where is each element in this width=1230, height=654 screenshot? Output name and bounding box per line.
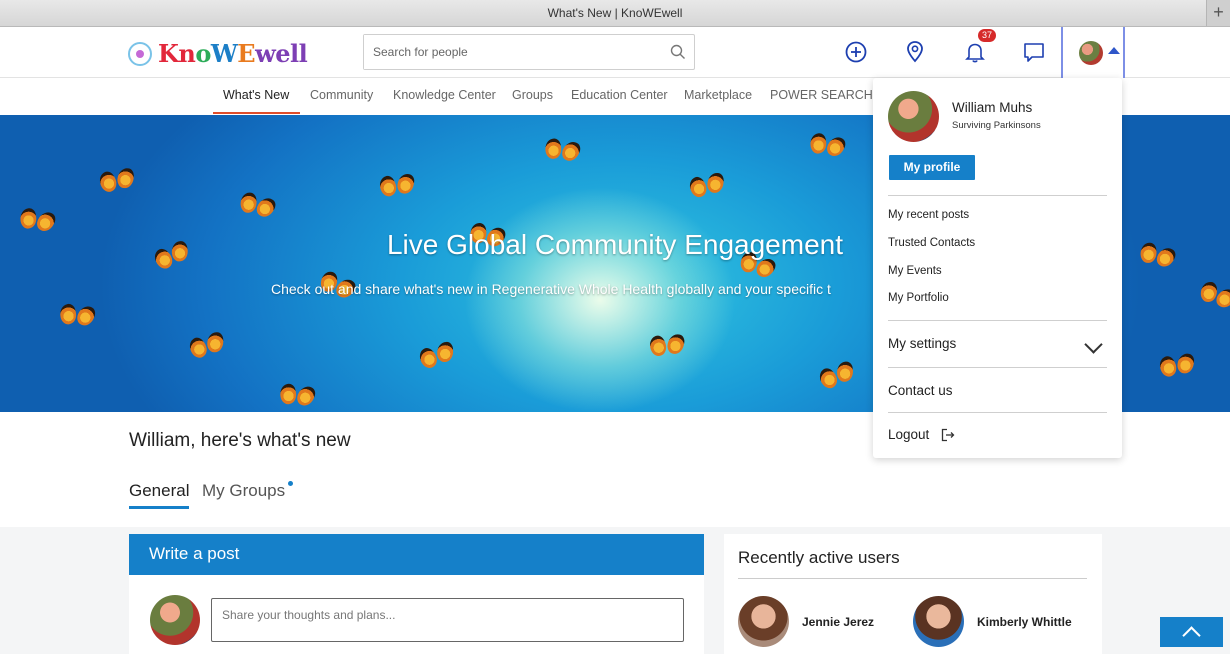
profile-dropdown: William Muhs Surviving Parkinsons My pro… — [873, 78, 1122, 458]
butterfly-image — [279, 383, 315, 408]
write-post-title: Write a post — [129, 534, 704, 575]
notification-count-badge: 37 — [978, 29, 996, 42]
page-title: William, here's what's new — [129, 430, 351, 451]
my-profile-button[interactable]: My profile — [889, 155, 975, 180]
author-avatar — [150, 595, 200, 645]
bell-icon[interactable] — [962, 39, 988, 65]
nav-power-search[interactable]: POWER SEARCH — [770, 88, 873, 102]
recent-users-card: Recently active users Jennie Jerez Kimbe… — [724, 534, 1102, 654]
caret-up-icon — [1108, 47, 1120, 54]
butterfly-image — [1197, 280, 1230, 312]
divider — [888, 320, 1107, 321]
search-input[interactable] — [364, 35, 654, 69]
post-input[interactable]: Share your thoughts and plans... — [211, 598, 684, 642]
search-icon[interactable] — [670, 44, 686, 60]
nav-education-center[interactable]: Education Center — [571, 88, 668, 102]
nav-groups[interactable]: Groups — [512, 88, 553, 102]
butterfly-image — [59, 304, 95, 329]
new-activity-dot-icon — [288, 481, 293, 486]
divider — [888, 412, 1107, 413]
menu-item-trusted-contacts[interactable]: Trusted Contacts — [888, 237, 975, 249]
butterfly-image — [1158, 352, 1195, 380]
nav-marketplace[interactable]: Marketplace — [684, 88, 752, 102]
butterfly-image — [187, 330, 226, 361]
write-post-card: Write a post Share your thoughts and pla… — [129, 534, 704, 654]
nav-whats-new[interactable]: What's New — [223, 88, 289, 102]
plus-circle-icon[interactable] — [843, 39, 869, 65]
butterfly-image — [544, 138, 581, 165]
user-name: Kimberly Whittle — [977, 614, 1072, 629]
new-tab-button[interactable]: + — [1206, 0, 1230, 26]
profile-name: William Muhs — [952, 100, 1033, 115]
butterfly-image — [98, 167, 136, 196]
profile-avatar — [888, 91, 939, 142]
menu-item-my-portfolio[interactable]: My Portfolio — [888, 292, 949, 304]
menu-item-logout[interactable]: Logout — [888, 427, 929, 442]
nav-knowledge-center[interactable]: Knowledge Center — [393, 88, 496, 102]
scroll-to-top-button[interactable] — [1160, 617, 1223, 647]
user-avatar — [913, 596, 964, 647]
nav-community[interactable]: Community — [310, 88, 373, 102]
divider — [888, 367, 1107, 368]
tab-general[interactable]: General — [129, 481, 189, 501]
menu-item-recent-posts[interactable]: My recent posts — [888, 209, 969, 221]
nav-active-indicator — [213, 112, 300, 114]
user-item[interactable]: Kimberly Whittle — [913, 596, 1072, 647]
user-name: Jennie Jerez — [802, 614, 875, 629]
butterfly-image — [649, 333, 685, 358]
menu-item-my-events[interactable]: My Events — [888, 265, 942, 277]
butterfly-image — [379, 173, 416, 200]
user-avatar — [738, 596, 789, 647]
profile-menu-toggle[interactable] — [1061, 27, 1125, 80]
logo-mark-icon — [128, 41, 152, 66]
recent-users-title: Recently active users — [738, 548, 900, 567]
people-search — [363, 34, 695, 70]
user-avatar — [1079, 41, 1103, 65]
menu-item-contact-us[interactable]: Contact us — [888, 383, 953, 398]
chat-icon[interactable] — [1021, 39, 1047, 65]
hero-subtitle: Check out and share what's new in Regene… — [271, 281, 831, 297]
logout-icon[interactable] — [941, 428, 955, 442]
user-item[interactable]: Jennie Jerez — [738, 596, 874, 647]
divider — [738, 578, 1087, 579]
window-title: What's New | KnoWEwell — [547, 6, 683, 20]
divider — [888, 195, 1107, 196]
knowewell-logo[interactable]: KnoWEwell — [128, 39, 308, 68]
butterfly-image — [808, 132, 845, 160]
location-pin-icon[interactable] — [902, 39, 928, 65]
site-header: KnoWEwell 37 — [0, 27, 1230, 80]
butterfly-image — [688, 171, 726, 201]
chevron-down-icon[interactable] — [1084, 335, 1103, 354]
butterfly-image — [238, 191, 277, 221]
butterfly-image — [417, 340, 456, 372]
menu-item-my-settings[interactable]: My settings — [888, 336, 956, 351]
butterfly-image — [817, 359, 857, 392]
browser-titlebar: What's New | KnoWEwell + — [0, 0, 1230, 27]
tab-my-groups[interactable]: My Groups — [202, 481, 285, 501]
logo-text: KnoWEwell — [158, 39, 308, 68]
tab-active-indicator — [129, 506, 189, 509]
profile-subtitle: Surviving Parkinsons — [952, 120, 1041, 131]
